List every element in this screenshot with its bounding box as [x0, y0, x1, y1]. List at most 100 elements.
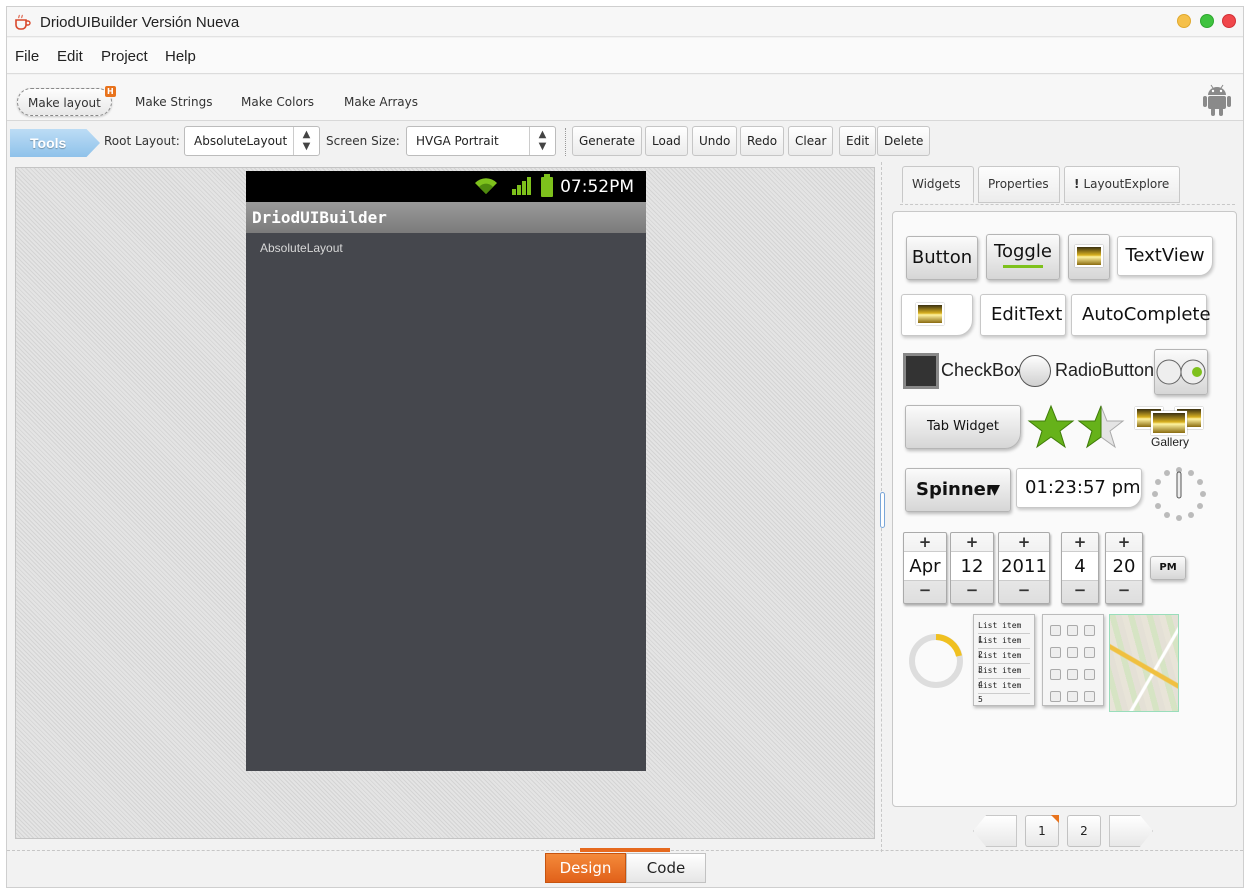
ampm-toggle[interactable]: PM [1150, 556, 1186, 580]
list-item: List item 3 [978, 649, 1030, 674]
clear-button[interactable]: Clear [788, 126, 834, 156]
widget-timepicker-field[interactable]: 01:23:57 pm [1016, 468, 1142, 508]
tab-make-layout[interactable]: Make layout H [17, 86, 116, 116]
widget-toggle[interactable]: Toggle [986, 234, 1060, 280]
next-page-button[interactable] [1109, 815, 1153, 847]
splitter-handle[interactable] [880, 492, 885, 528]
date-year-picker[interactable]: + 2011 − [998, 532, 1050, 604]
load-button[interactable]: Load [645, 126, 688, 156]
widget-switch[interactable] [1154, 349, 1208, 395]
date-day-picker[interactable]: + 12 − [950, 532, 994, 604]
updown-arrows-icon: ▲ ▼ [529, 127, 555, 155]
grid-cell [1050, 647, 1061, 658]
progress-spinner-icon[interactable] [907, 632, 965, 690]
time-minute-picker[interactable]: + 20 − [1105, 532, 1143, 604]
widget-gallery[interactable]: Gallery [1135, 407, 1209, 451]
menu-file[interactable]: File [15, 48, 39, 65]
widget-mapview[interactable] [1109, 614, 1179, 712]
widget-gridview[interactable] [1042, 614, 1104, 706]
decrement-button[interactable]: − [999, 581, 1049, 599]
tab-make-colors[interactable]: Make Colors [231, 88, 324, 116]
widget-imageview[interactable] [901, 294, 973, 336]
menu-bar: File Edit Project Help [7, 38, 1243, 74]
delete-button[interactable]: Delete [877, 126, 931, 156]
date-year-value: 2011 [999, 551, 1049, 581]
time-minute-value: 20 [1106, 551, 1142, 581]
increment-button[interactable]: + [1106, 533, 1142, 551]
star-half-icon[interactable] [1077, 404, 1125, 450]
screen-size-select[interactable]: HVGA Portrait ▲ ▼ [406, 126, 556, 156]
grid-cell [1050, 669, 1061, 680]
analog-clock-icon[interactable] [1149, 464, 1209, 524]
root-layout-value: AbsoluteLayout [194, 134, 288, 148]
star-full-icon[interactable] [1027, 404, 1075, 450]
menu-edit[interactable]: Edit [57, 48, 83, 65]
undo-button[interactable]: Undo [692, 126, 738, 156]
tools-tag: Tools [10, 129, 100, 157]
dropdown-arrow-icon: ▼ [989, 482, 1000, 498]
maximize-button[interactable] [1200, 14, 1214, 28]
grid-cell [1067, 647, 1078, 658]
widget-autocomplete[interactable]: AutoComplete [1071, 294, 1211, 336]
grid-cell [1050, 625, 1061, 636]
widget-edittext[interactable]: EditText [980, 294, 1066, 336]
close-button[interactable] [1222, 14, 1236, 28]
widget-tab-widget[interactable]: Tab Widget [905, 405, 1021, 449]
code-mode-button[interactable]: Code [626, 853, 706, 883]
page-1-button[interactable]: 1 [1025, 815, 1059, 847]
tab-layout-explore[interactable]: ! LayoutExplore [1064, 166, 1180, 203]
tab-properties[interactable]: Properties [978, 166, 1060, 203]
decrement-button[interactable]: − [904, 581, 946, 599]
decrement-button[interactable]: − [1062, 581, 1098, 599]
widget-spinner-label: Spinner [916, 479, 995, 500]
grid-cell [1084, 647, 1095, 658]
grid-cell [1067, 669, 1078, 680]
menu-project[interactable]: Project [101, 48, 148, 65]
panel-splitter[interactable] [880, 162, 887, 852]
minimize-button[interactable] [1177, 14, 1191, 28]
increment-button[interactable]: + [999, 533, 1049, 551]
device-preview[interactable]: 07:52PM DriodUIBuilder AbsoluteLayout [246, 171, 646, 771]
list-item: List item 1 [978, 619, 1030, 644]
widget-button[interactable]: Button [906, 236, 978, 280]
widget-checkbox-box[interactable] [903, 353, 939, 389]
prev-page-button[interactable] [973, 815, 1017, 847]
device-clock: 07:52PM [560, 177, 634, 197]
widget-textview[interactable]: TextView [1117, 236, 1213, 276]
tab-make-strings[interactable]: Make Strings [125, 88, 223, 116]
tab-layout-explore-label: LayoutExplore [1083, 177, 1170, 191]
tab-widgets[interactable]: Widgets [902, 166, 974, 203]
widget-imagebutton[interactable] [1068, 234, 1110, 280]
time-hour-picker[interactable]: + 4 − [1061, 532, 1099, 604]
title-bar: DriodUIBuilder Versión Nueva [7, 7, 1243, 37]
date-month-picker[interactable]: + Apr − [903, 532, 947, 604]
list-item: List item 4 [978, 664, 1030, 689]
increment-button[interactable]: + [1062, 533, 1098, 551]
page-2-button[interactable]: 2 [1067, 815, 1101, 847]
design-canvas[interactable]: 07:52PM DriodUIBuilder AbsoluteLayout [15, 167, 875, 839]
increment-button[interactable]: + [904, 533, 946, 551]
toggle-indicator [1003, 265, 1043, 268]
redo-button[interactable]: Redo [740, 126, 785, 156]
widget-palette: Button Toggle TextView EditText AutoComp… [892, 211, 1237, 807]
tab-make-layout-label: Make layout [28, 96, 101, 110]
generate-button[interactable]: Generate [572, 126, 643, 156]
menu-help[interactable]: Help [165, 48, 196, 65]
decrement-button[interactable]: − [1106, 581, 1142, 599]
active-mode-indicator [580, 848, 670, 852]
widget-listview[interactable]: List item 1 List item 2 List item 3 List… [973, 614, 1035, 706]
image-icon [1075, 245, 1103, 267]
design-mode-button[interactable]: Design [545, 853, 626, 883]
widget-spinner[interactable]: Spinner ▼ [905, 468, 1011, 512]
widget-radiobutton-circle[interactable] [1019, 355, 1051, 387]
section-tabs: Make layout H Make Strings Make Colors M… [7, 75, 1243, 121]
wifi-icon [475, 178, 497, 194]
panel-divider [900, 204, 1235, 205]
tools-label: Tools [30, 135, 67, 151]
edit-button[interactable]: Edit [839, 126, 877, 156]
decrement-button[interactable]: − [951, 581, 993, 599]
increment-button[interactable]: + [951, 533, 993, 551]
root-layout-select[interactable]: AbsoluteLayout ▲ ▼ [184, 126, 320, 156]
tab-make-arrays[interactable]: Make Arrays [334, 88, 428, 116]
app-window: DriodUIBuilder Versión Nueva File Edit P… [6, 6, 1244, 888]
